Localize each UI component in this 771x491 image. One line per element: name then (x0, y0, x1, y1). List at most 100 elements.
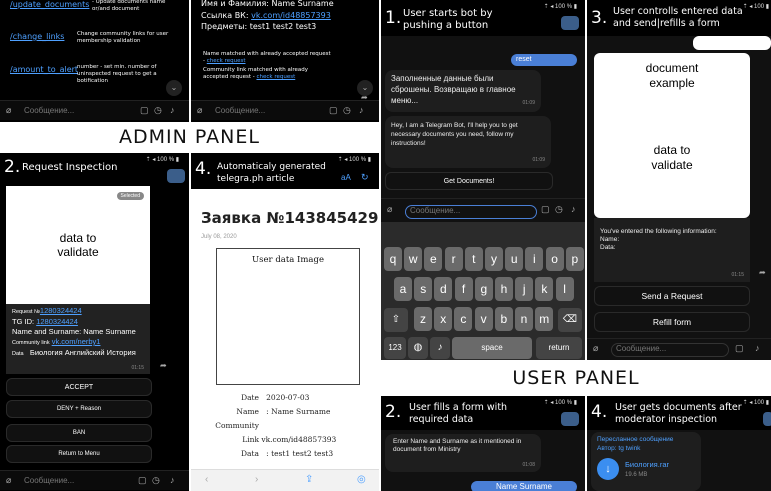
shift-key[interactable]: ⇧ (384, 308, 408, 332)
message-input[interactable]: Сообщение... (24, 106, 74, 115)
sticker-icon[interactable]: ▢ (329, 105, 338, 116)
step1-header: 1. User starts bot by pushing a button ⇡… (381, 0, 585, 36)
key-f[interactable]: f (454, 277, 473, 301)
attach-icon[interactable]: ⌀ (6, 475, 11, 486)
deny-reason-button[interactable]: DENY + Reason (6, 400, 152, 418)
key-p[interactable]: p (565, 247, 584, 271)
key-s[interactable]: s (414, 277, 433, 301)
check-request-link-2[interactable]: check request (256, 74, 295, 80)
key-c[interactable]: c (454, 307, 473, 331)
sticker-icon[interactable]: ▢ (140, 105, 149, 116)
microphone-icon[interactable]: ♪ (359, 105, 364, 115)
scroll-down-button[interactable]: ⌄ (166, 80, 182, 96)
name-line: Name and Surname: Name Surname (12, 327, 136, 336)
community-link[interactable]: vk.com/nerby1 (52, 337, 101, 346)
microphone-icon[interactable]: ♪ (571, 204, 576, 214)
numbers-key[interactable]: 123 (384, 337, 406, 359)
bot-avatar[interactable] (561, 16, 579, 30)
get-documents-button[interactable]: Get Documents! (385, 172, 553, 190)
attach-icon[interactable]: ⌀ (6, 105, 11, 116)
clock-icon[interactable]: ◷ (555, 204, 563, 215)
match-note-community: Community link matched with already acce… (203, 67, 309, 80)
inspection-input-bar: ⌀ Сообщение... ▢ ◷ ♪ (0, 470, 189, 490)
key-z[interactable]: z (414, 307, 432, 331)
key-j[interactable]: j (515, 277, 534, 301)
key-o[interactable]: o (545, 247, 564, 271)
key-x[interactable]: x (434, 307, 453, 331)
message-input[interactable]: Сообщение... (405, 205, 537, 219)
status-bar: ⇡ ◂ 100 % ▮ (543, 4, 577, 10)
microphone-key[interactable]: ♪ (430, 337, 450, 359)
space-key[interactable]: space (452, 337, 532, 359)
return-to-menu-button[interactable]: Return to Menu (6, 445, 152, 463)
key-i[interactable]: i (525, 247, 544, 271)
sticker-icon[interactable]: ▢ (138, 475, 147, 486)
step-number: 4. (195, 159, 212, 179)
microphone-icon[interactable]: ♪ (170, 475, 175, 485)
ban-button[interactable]: BAN (6, 424, 152, 442)
microphone-icon[interactable]: ♪ (170, 105, 175, 115)
request-id-link[interactable]: 1280324424 (40, 306, 82, 315)
profile-link[interactable]: vk.com/id48857393 (251, 11, 331, 20)
command-update-documents[interactable]: /update_documents (10, 0, 89, 11)
file-size: 19.6 MB (625, 472, 648, 478)
key-q[interactable]: q (384, 247, 402, 271)
attach-icon[interactable]: ⌀ (593, 343, 598, 354)
key-g[interactable]: g (474, 277, 493, 301)
key-k[interactable]: k (535, 277, 554, 301)
delete-key[interactable]: ⌫ (558, 308, 582, 332)
bot-avatar[interactable] (561, 412, 579, 426)
message-input[interactable]: Сообщение... (24, 476, 74, 485)
attach-icon[interactable]: ⌀ (387, 204, 392, 215)
step1-input-bar: ⌀ Сообщение... ▢ ◷ ♪ (381, 198, 585, 220)
share-icon[interactable]: ⇪ (305, 474, 313, 485)
key-b[interactable]: b (494, 307, 513, 331)
check-request-link[interactable]: check request (207, 58, 246, 64)
tg-id-link[interactable]: 1280324424 (36, 317, 78, 326)
key-w[interactable]: w (404, 247, 423, 271)
message-input[interactable]: Сообщение... (611, 343, 729, 357)
forward-icon[interactable]: › (255, 474, 258, 485)
key-y[interactable]: y (485, 247, 503, 271)
message-input[interactable]: Сообщение... (215, 106, 265, 115)
key-u[interactable]: u (505, 247, 524, 271)
return-key[interactable]: return (536, 337, 582, 359)
key-r[interactable]: r (444, 247, 463, 271)
font-size-icon[interactable]: aA (341, 173, 351, 182)
instruction-text: Enter Name and Surname as it mentioned i… (393, 438, 522, 453)
accept-button[interactable]: ACCEPT (6, 378, 152, 396)
key-v[interactable]: v (474, 307, 493, 331)
back-icon[interactable]: ‹ (205, 474, 208, 485)
key-m[interactable]: m (535, 307, 554, 331)
field-community-link: Community Link vk.com/id48857393 (215, 421, 337, 444)
clock-icon[interactable]: ◷ (154, 105, 162, 116)
key-e[interactable]: e (424, 247, 443, 271)
step-title: User fills a form with required data (409, 402, 508, 425)
microphone-icon[interactable]: ♪ (755, 343, 760, 353)
clock-icon[interactable]: ◷ (152, 475, 160, 486)
sticker-icon[interactable]: ▢ (541, 204, 550, 215)
bot-avatar[interactable] (763, 412, 771, 426)
command-amount-to-alert[interactable]: /amount_to_alert (10, 63, 78, 76)
refill-form-button[interactable]: Refill form (594, 312, 750, 332)
bot-avatar[interactable] (167, 169, 185, 183)
key-d[interactable]: d (434, 277, 453, 301)
command-change-links[interactable]: /change_links (10, 30, 64, 43)
sticker-icon[interactable]: ▢ (735, 343, 744, 354)
reload-icon[interactable]: ↻ (361, 172, 369, 183)
key-t[interactable]: t (464, 247, 483, 271)
clock-icon[interactable]: ◷ (343, 105, 351, 116)
share-icon[interactable]: ➦ (160, 361, 167, 370)
key-l[interactable]: l (555, 277, 574, 301)
share-icon[interactable]: ➦ (759, 268, 766, 277)
safari-icon[interactable]: ◎ (357, 474, 366, 485)
key-h[interactable]: h (495, 277, 513, 301)
send-request-button[interactable]: Send a Request (594, 286, 750, 306)
globe-key[interactable]: ◍ (408, 337, 428, 359)
key-a[interactable]: a (394, 277, 412, 301)
key-n[interactable]: n (515, 307, 533, 331)
scroll-down-button[interactable]: ⌄ (357, 80, 373, 96)
download-icon[interactable]: ↓ (597, 458, 619, 480)
step3-header: 3. User controlls entered data and send|… (587, 0, 771, 36)
attach-icon[interactable]: ⌀ (197, 105, 202, 116)
